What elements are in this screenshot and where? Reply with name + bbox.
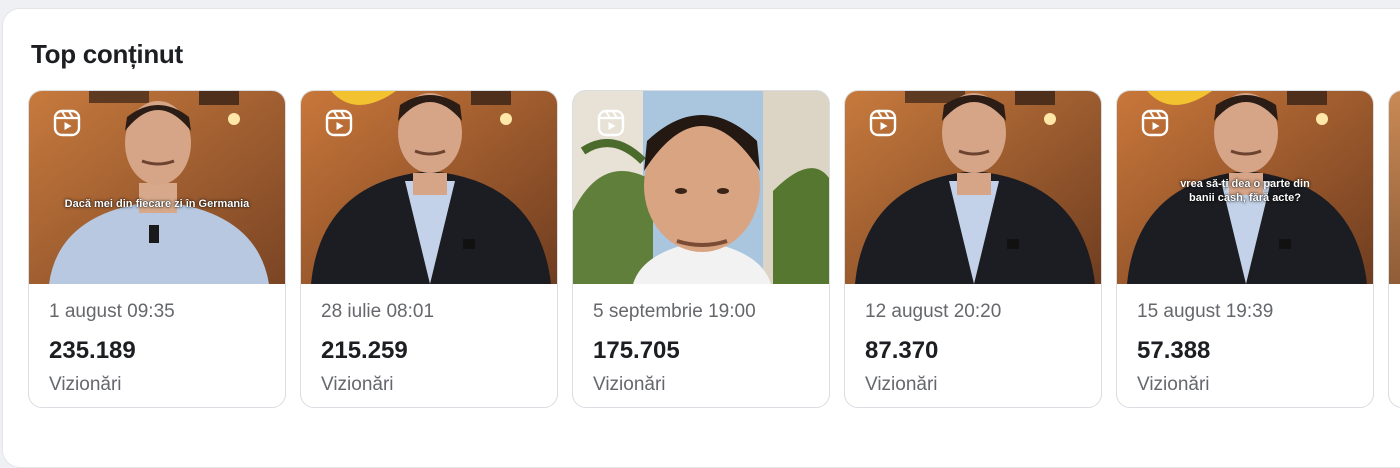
video-thumbnail[interactable] — [1389, 91, 1400, 284]
reels-icon — [325, 109, 353, 137]
reels-icon — [1141, 109, 1169, 137]
post-date: 28 iulie 08:01 — [321, 301, 435, 322]
card-meta: 12 august 20:20 87.370 Vizionări — [865, 301, 1001, 396]
views-label: Vizionări — [321, 374, 394, 395]
content-card-partial[interactable] — [1388, 90, 1400, 408]
post-date: 12 august 20:20 — [865, 301, 1002, 322]
post-date: 15 august 19:39 — [1137, 301, 1274, 322]
video-caption: Dacă mei din fiecare zi în Germania — [64, 198, 250, 210]
view-count: 57.388 — [1137, 337, 1211, 364]
video-thumbnail[interactable] — [845, 91, 1101, 284]
view-count: 215.259 — [321, 337, 408, 364]
post-date: 1 august 09:35 — [49, 301, 175, 322]
views-label: Vizionări — [1137, 374, 1210, 395]
video-thumbnail[interactable] — [573, 91, 829, 284]
section-title: Top conținut — [31, 39, 183, 69]
views-label: Vizionări — [593, 374, 666, 395]
reels-icon — [597, 109, 625, 137]
card-meta: 1 august 09:35 235.189 Vizionări — [49, 301, 175, 396]
content-card[interactable]: Dacă mei din fiecare zi în Germania 1 au… — [28, 90, 286, 408]
post-date: 5 septembrie 19:00 — [593, 301, 756, 322]
content-card[interactable]: 5 septembrie 19:00 175.705 Vizionări — [572, 90, 830, 408]
views-label: Vizionări — [865, 374, 938, 395]
content-card[interactable]: vrea să-ți dea o parte din banii cash, f… — [1116, 90, 1374, 408]
reels-icon — [53, 109, 81, 137]
video-thumbnail[interactable]: vrea să-ți dea o parte din banii cash, f… — [1117, 91, 1373, 284]
video-thumbnail[interactable]: Dacă mei din fiecare zi în Germania — [29, 91, 285, 284]
video-thumbnail[interactable] — [301, 91, 557, 284]
content-card[interactable]: 28 iulie 08:01 215.259 Vizionări — [300, 90, 558, 408]
content-card[interactable]: 12 august 20:20 87.370 Vizionări — [844, 90, 1102, 408]
view-count: 235.189 — [49, 337, 136, 364]
reels-icon — [869, 109, 897, 137]
card-meta: 28 iulie 08:01 215.259 Vizionări — [321, 301, 434, 396]
view-count: 175.705 — [593, 337, 680, 364]
card-meta: 15 august 19:39 57.388 Vizionări — [1137, 301, 1273, 396]
view-count: 87.370 — [865, 337, 939, 364]
card-meta: 5 septembrie 19:00 175.705 Vizionări — [593, 301, 756, 396]
video-caption: vrea să-ți dea o parte din banii cash, f… — [1180, 178, 1310, 204]
views-label: Vizionări — [49, 374, 122, 395]
